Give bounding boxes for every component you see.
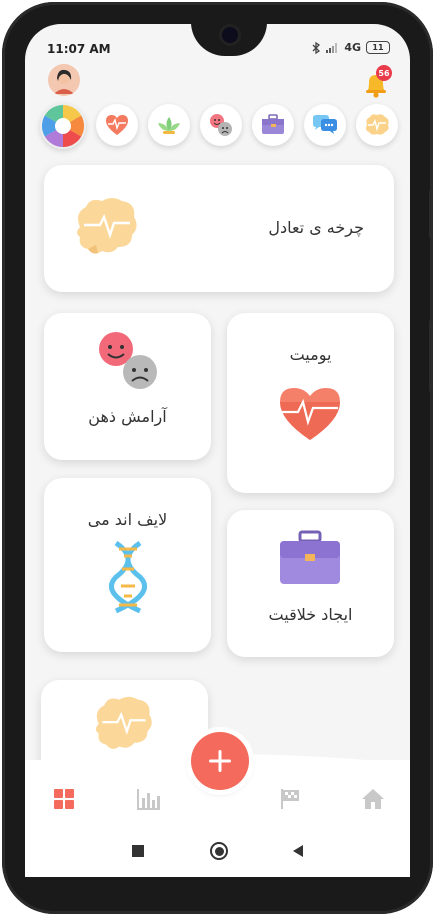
diary-card[interactable]: یومیت (227, 313, 394, 493)
diary-title: یومیت (289, 345, 332, 364)
home-icon (362, 789, 384, 809)
brain-icon (365, 114, 389, 135)
status-icons: 4G 11 (312, 41, 390, 54)
balance-wheel-title: چرخه ی تعادل (268, 218, 364, 237)
creativity-card[interactable]: ایجاد خلاقیت (227, 510, 394, 657)
recents-button[interactable] (132, 845, 144, 857)
phone-frame: 11:07 AM 4G 11 56 چرخه ی تعادل یومیت آرا… (2, 2, 433, 914)
tab-dashboard[interactable] (53, 788, 77, 812)
notifications-button[interactable]: 56 (362, 65, 392, 99)
grid-icon (54, 789, 74, 809)
heart-pulse-icon (280, 388, 340, 440)
life-and-me-card[interactable]: لایف اند می (44, 478, 211, 652)
category-emotions-button[interactable] (200, 104, 242, 146)
app-screen: 11:07 AM 4G 11 56 چرخه ی تعادل یومیت آرا… (25, 24, 410, 877)
tab-goals[interactable] (279, 788, 303, 812)
emotion-faces-icon (210, 114, 232, 136)
category-meditation-button[interactable] (148, 104, 190, 146)
lotus-icon (158, 117, 180, 134)
add-button[interactable] (191, 732, 249, 790)
camera-notch (191, 24, 267, 56)
briefcase-icon (262, 114, 284, 134)
volume-button (429, 190, 433, 238)
category-chat-button[interactable] (304, 104, 346, 146)
dna-icon (109, 541, 147, 613)
briefcase-icon (280, 530, 340, 584)
category-health-button[interactable] (96, 104, 138, 146)
plus-icon (209, 750, 231, 772)
home-system-dot (214, 846, 224, 856)
bar-chart-icon (137, 789, 160, 810)
flag-icon (281, 789, 299, 809)
power-button (429, 320, 433, 392)
brain-icon (95, 696, 152, 749)
notification-badge: 56 (376, 65, 392, 81)
front-camera-icon (222, 27, 238, 43)
heart-pulse-icon (106, 115, 128, 135)
peace-of-mind-title: آرامش ذهن (88, 407, 167, 426)
bluetooth-icon (312, 41, 321, 54)
home-system-button[interactable] (210, 842, 228, 860)
avatar[interactable] (48, 64, 80, 96)
brain-icon (77, 198, 137, 254)
status-time: 11:07 AM (47, 42, 111, 56)
back-button[interactable] (291, 844, 305, 858)
network-label: 4G (344, 41, 361, 54)
peace-of-mind-card[interactable]: آرامش ذهن (44, 313, 211, 460)
balance-wheel-card[interactable]: چرخه ی تعادل (44, 165, 394, 292)
tab-home[interactable] (361, 788, 385, 812)
tab-reports[interactable] (137, 788, 161, 812)
signal-icon (326, 43, 338, 53)
category-all-button[interactable] (40, 103, 86, 149)
user-avatar-icon (48, 64, 80, 96)
color-wheel-icon (42, 105, 84, 147)
category-work-button[interactable] (252, 104, 294, 146)
category-mind-button[interactable] (356, 104, 398, 146)
creativity-title: ایجاد خلاقیت (268, 605, 353, 624)
chat-bubbles-icon (313, 115, 337, 134)
battery-icon: 11 (366, 41, 390, 54)
life-and-me-title: لایف اند می (87, 510, 168, 529)
emotion-faces-icon (99, 332, 157, 389)
